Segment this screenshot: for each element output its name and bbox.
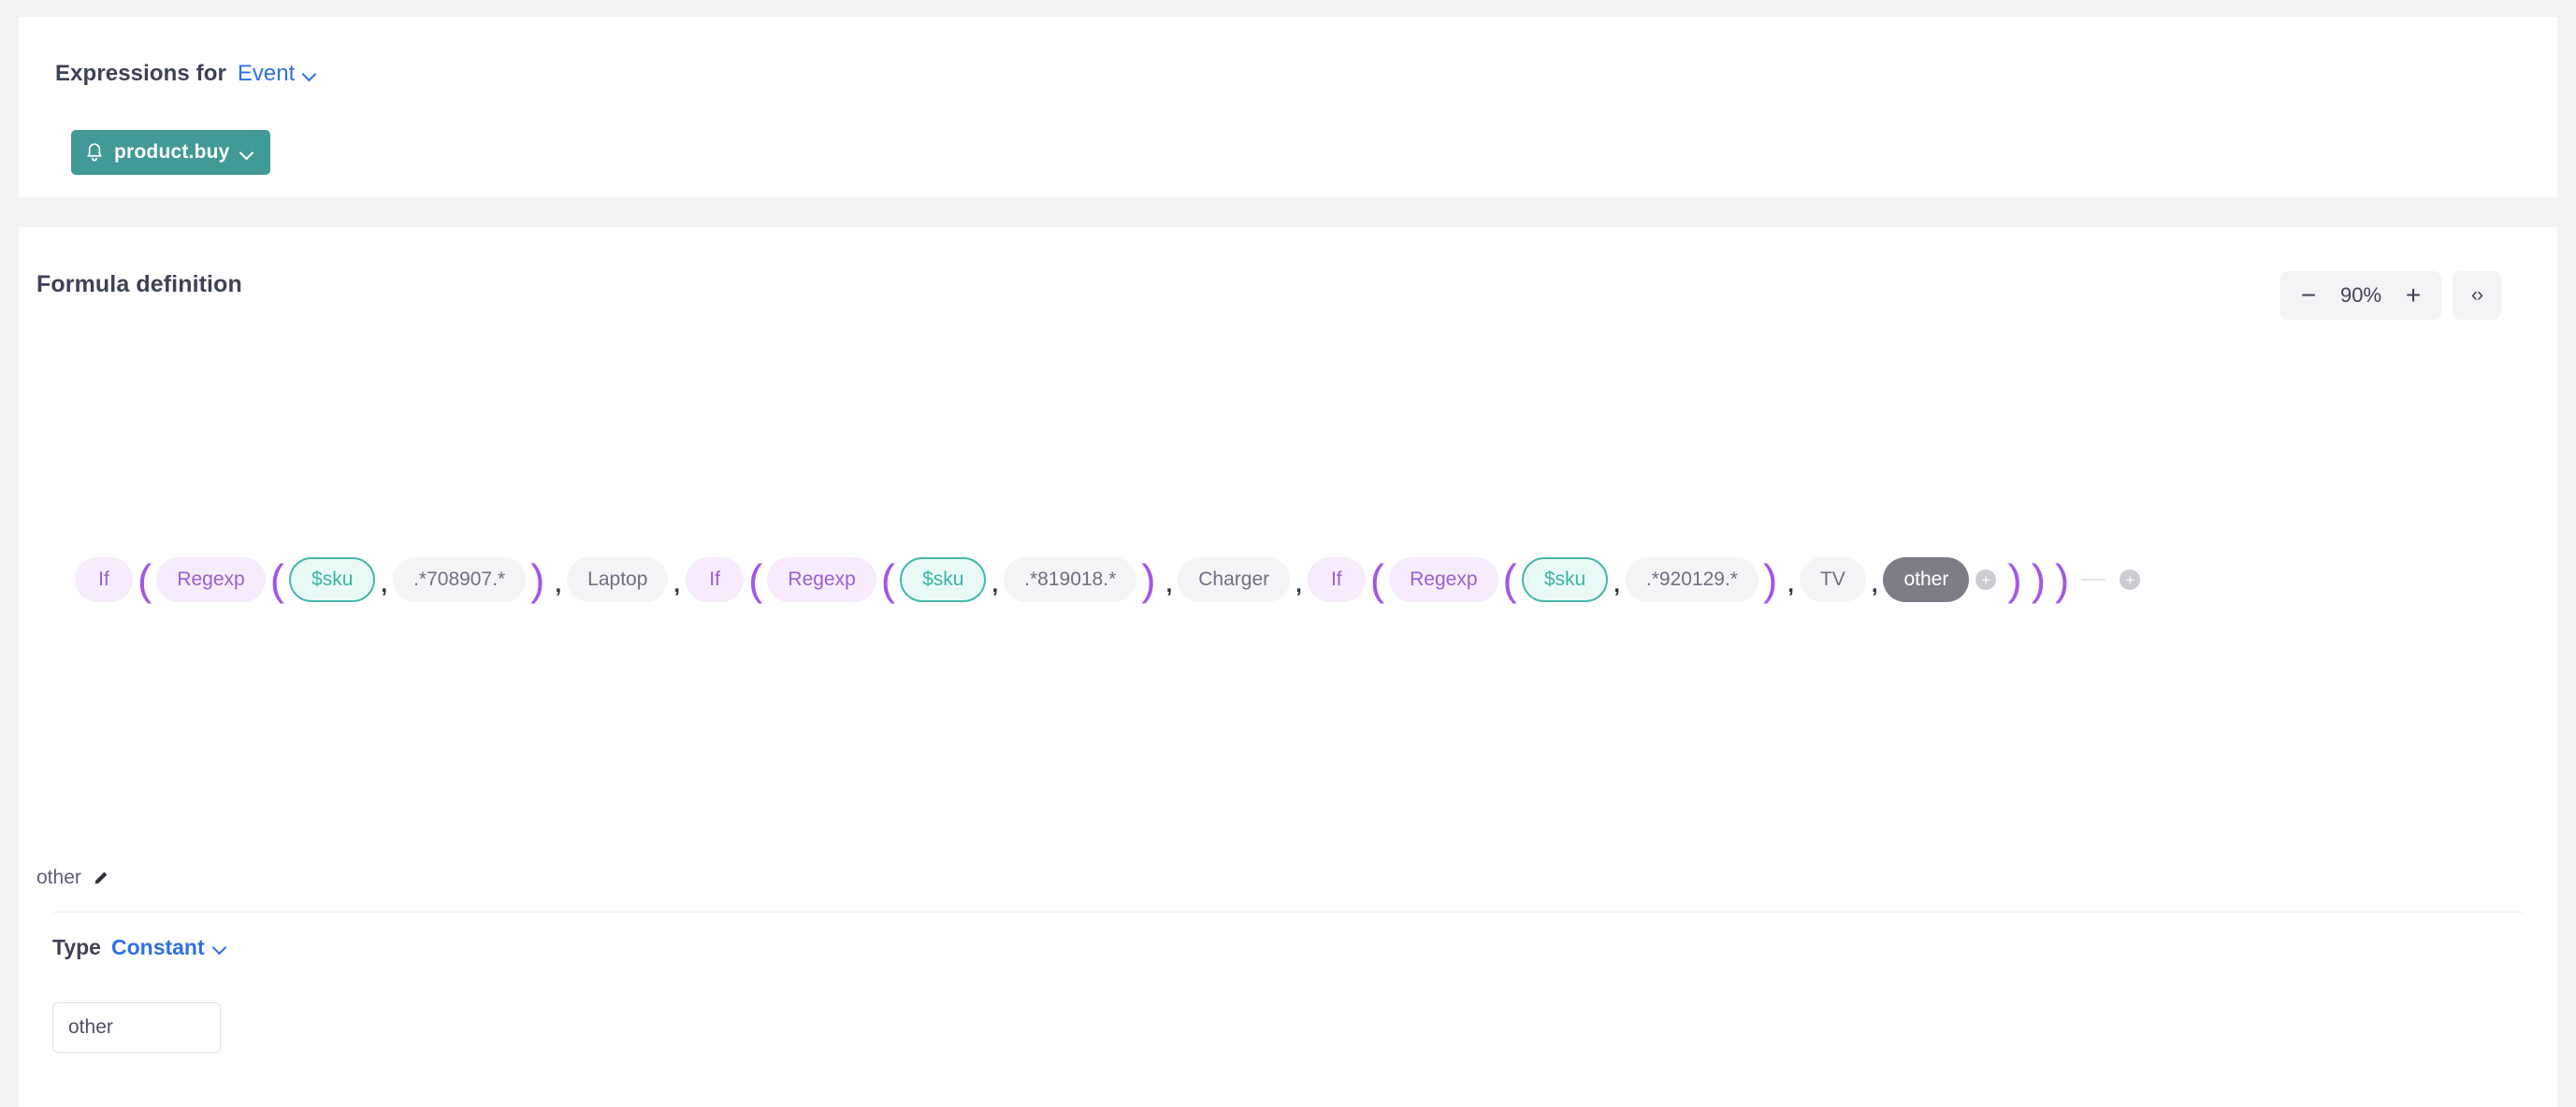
bell-icon <box>87 143 102 162</box>
scope-dropdown-value: Event <box>237 61 296 86</box>
type-row: Type Constant <box>52 935 227 960</box>
type-dropdown-value: Constant <box>110 935 205 959</box>
formula-canvas[interactable]: If(Regexp($sku, .*708907.*), Laptop, If(Reg… <box>19 355 2557 832</box>
add-argument-button[interactable]: + <box>1975 569 1997 590</box>
paren-open: ( <box>137 555 152 604</box>
formula-token[interactable]: .*819018.* <box>1004 557 1137 602</box>
formula-token[interactable]: other <box>1883 557 1970 602</box>
comma-separator: , <box>381 572 388 597</box>
paren-close: ) <box>530 555 545 604</box>
formula-token[interactable]: $sku <box>1521 557 1609 602</box>
event-pill-label: product.buy <box>114 141 230 163</box>
formula-token[interactable]: Regexp <box>1389 557 1498 602</box>
section-divider <box>52 912 2524 913</box>
formula-token[interactable]: If <box>1307 557 1366 602</box>
formula-token[interactable]: If <box>686 557 745 602</box>
comma-separator: , <box>1787 572 1794 597</box>
formula-definition-title: Formula definition <box>36 271 242 297</box>
formula-token[interactable]: .*920129.* <box>1625 557 1758 602</box>
add-argument-button[interactable]: + <box>2120 569 2141 590</box>
formula-token[interactable]: .*708907.* <box>393 557 527 602</box>
paren-close: ) <box>2055 555 2070 604</box>
expressions-for-label: Expressions for <box>55 61 226 86</box>
selected-node-header: other <box>36 867 109 889</box>
scope-dropdown[interactable]: Event <box>238 61 317 87</box>
comma-separator: , <box>1295 572 1302 597</box>
zoom-in-button[interactable]: + <box>2391 273 2436 318</box>
chevron-down-icon <box>213 941 227 955</box>
paren-close: ) <box>2031 555 2047 604</box>
paren-open: ( <box>1369 555 1385 604</box>
expressions-card: Expressions for Event product.buy <box>19 17 2557 197</box>
comma-separator: , <box>673 572 681 597</box>
pencil-icon[interactable] <box>93 870 109 886</box>
formula-token[interactable]: Laptop <box>567 557 669 602</box>
formula-token[interactable]: TV <box>1799 557 1866 602</box>
formula-token[interactable]: Regexp <box>767 557 876 602</box>
type-dropdown[interactable]: Constant <box>111 935 227 960</box>
zoom-out-button[interactable]: − <box>2286 273 2331 318</box>
event-pill-product-buy[interactable]: product.buy <box>71 130 270 175</box>
zoom-controls: − 90% + ‹› <box>2280 271 2501 320</box>
formula-expression-row: If(Regexp($sku, .*708907.*), Laptop, If(Reg… <box>75 557 2147 602</box>
formula-token[interactable]: If <box>75 557 133 602</box>
zoom-stepper: − 90% + <box>2280 271 2441 320</box>
paren-close: ) <box>1141 555 1156 604</box>
paren-close: ) <box>2007 555 2022 604</box>
comma-separator: , <box>991 572 999 597</box>
paren-open: ( <box>1502 555 1517 604</box>
comma-separator: , <box>1871 572 1878 597</box>
formula-token[interactable]: $sku <box>289 557 376 602</box>
paren-open: ( <box>748 555 763 604</box>
chevron-down-icon <box>303 67 317 81</box>
comma-separator: , <box>555 572 562 597</box>
paren-close: ) <box>1762 555 1778 604</box>
chevron-down-icon <box>240 146 254 160</box>
type-label: Type <box>52 935 101 959</box>
selected-node-name: other <box>36 867 81 888</box>
formula-token[interactable]: Charger <box>1178 557 1291 602</box>
constant-value-input[interactable] <box>52 1002 221 1053</box>
zoom-level-value: 90% <box>2339 283 2382 307</box>
formula-token[interactable]: Regexp <box>156 557 266 602</box>
paren-open: ( <box>269 555 285 604</box>
page-root: Expressions for Event product.buy Formul… <box>0 0 2576 1107</box>
comma-separator: , <box>1165 572 1173 597</box>
code-view-button[interactable]: ‹› <box>2453 271 2501 320</box>
comma-separator: , <box>1614 572 1620 597</box>
formula-token[interactable]: $sku <box>900 557 987 602</box>
paren-open: ( <box>880 555 896 604</box>
expressions-header: Expressions for Event <box>55 61 317 87</box>
connector-line <box>2081 579 2106 581</box>
